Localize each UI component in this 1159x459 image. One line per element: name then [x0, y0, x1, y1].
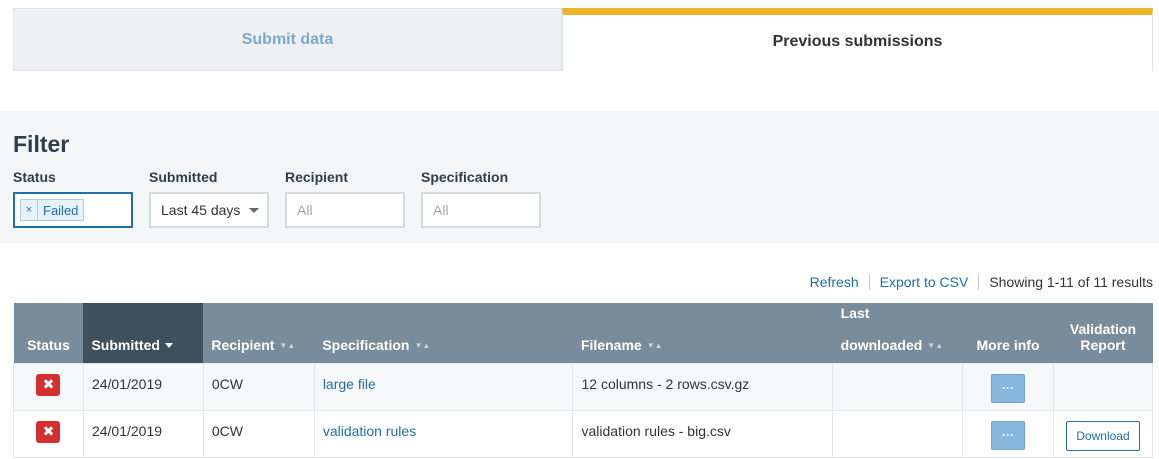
- specification-cell: large file: [313, 362, 574, 411]
- more-info-cell: ···: [962, 409, 1054, 458]
- filename-cell: 12 columns - 2 rows.csv.gz: [572, 362, 834, 411]
- status-chip: × Failed: [20, 199, 85, 221]
- column-header-submitted[interactable]: Submitted: [83, 303, 204, 363]
- specification-placeholder: All: [433, 202, 449, 218]
- sort-icon: ▼▲: [927, 341, 944, 351]
- status-filter: Status × Failed: [13, 169, 133, 228]
- column-header-more-info: More info: [962, 303, 1054, 363]
- filter-panel: Filter Status × Failed Submitted Last 45…: [0, 111, 1159, 243]
- more-info-button[interactable]: ···: [991, 373, 1025, 403]
- export-csv-link[interactable]: Export to CSV: [880, 274, 969, 290]
- submitted-select[interactable]: Last 45 days: [149, 192, 269, 228]
- table-header-row: Status Submitted Recipient ▼▲ Specificati…: [13, 303, 1153, 363]
- validation-report-cell: [1052, 362, 1154, 411]
- recipient-cell: 0CW: [202, 409, 315, 458]
- recipient-input[interactable]: All: [285, 192, 405, 228]
- submitted-select-value: Last 45 days: [161, 202, 241, 218]
- column-header-filename[interactable]: Filename ▼▲: [572, 303, 833, 363]
- recipient-filter-label: Recipient: [285, 169, 349, 185]
- download-report-button[interactable]: Download: [1066, 420, 1140, 451]
- specification-cell: validation rules: [313, 409, 574, 458]
- tab-bar: Submit data Previous submissions: [13, 8, 1153, 71]
- submissions-table: Status Submitted Recipient ▼▲ Specificati…: [13, 303, 1154, 458]
- table-row: ✖ 24/01/2019 0CW validation rules valida…: [13, 409, 1154, 458]
- status-filter-label: Status: [13, 169, 56, 185]
- refresh-link[interactable]: Refresh: [810, 274, 859, 290]
- validation-report-cell: Download: [1052, 409, 1154, 458]
- sort-icon: ▼▲: [414, 341, 431, 351]
- column-header-specification[interactable]: Specification ▼▲: [314, 303, 573, 363]
- specification-filter-label: Specification: [421, 169, 509, 185]
- recipient-cell: 0CW: [202, 362, 315, 411]
- chip-remove-icon[interactable]: ×: [21, 200, 38, 220]
- toolbar-divider: [978, 274, 980, 290]
- failed-status-icon: ✖: [36, 373, 61, 396]
- submitted-filter-label: Submitted: [149, 169, 218, 185]
- last-downloaded-cell: [832, 362, 964, 411]
- specification-input[interactable]: All: [421, 192, 541, 228]
- chevron-down-icon: [249, 207, 260, 213]
- toolbar-divider: [868, 274, 870, 290]
- filename-cell: validation rules - big.csv: [572, 409, 834, 458]
- submitted-filter: Submitted Last 45 days: [149, 169, 269, 228]
- sort-icon: ▼▲: [646, 341, 663, 351]
- column-header-last-downloaded[interactable]: Last downloaded ▼▲: [832, 303, 963, 363]
- column-header-validation-report: Validation Report: [1053, 303, 1153, 363]
- results-toolbar: Refresh Export to CSV Showing 1-11 of 11…: [810, 274, 1153, 290]
- specification-link[interactable]: validation rules: [323, 423, 416, 439]
- column-header-recipient[interactable]: Recipient ▼▲: [203, 303, 315, 363]
- filter-title: Filter: [13, 131, 70, 157]
- recipient-filter: Recipient All: [285, 169, 405, 228]
- failed-status-icon: ✖: [36, 420, 61, 443]
- last-downloaded-cell: [832, 409, 964, 458]
- specification-link[interactable]: large file: [323, 376, 376, 392]
- submitted-cell: 24/01/2019: [82, 362, 204, 411]
- specification-filter: Specification All: [421, 169, 541, 228]
- more-info-button[interactable]: ···: [991, 420, 1025, 450]
- sort-icon: ▼▲: [279, 341, 296, 351]
- status-filter-input[interactable]: × Failed: [13, 192, 133, 228]
- tab-submit-data[interactable]: Submit data: [13, 8, 562, 71]
- tab-previous-submissions[interactable]: Previous submissions: [562, 8, 1153, 71]
- results-count: Showing 1-11 of 11 results: [989, 274, 1153, 290]
- column-header-status: Status: [13, 303, 84, 363]
- table-row: ✖ 24/01/2019 0CW large file 12 columns -…: [13, 362, 1154, 411]
- sort-desc-icon: [164, 343, 173, 349]
- status-chip-label: Failed: [43, 202, 79, 218]
- recipient-placeholder: All: [297, 202, 313, 218]
- status-cell: ✖: [13, 409, 84, 458]
- submitted-cell: 24/01/2019: [82, 409, 204, 458]
- status-cell: ✖: [13, 362, 84, 411]
- more-info-cell: ···: [962, 362, 1054, 411]
